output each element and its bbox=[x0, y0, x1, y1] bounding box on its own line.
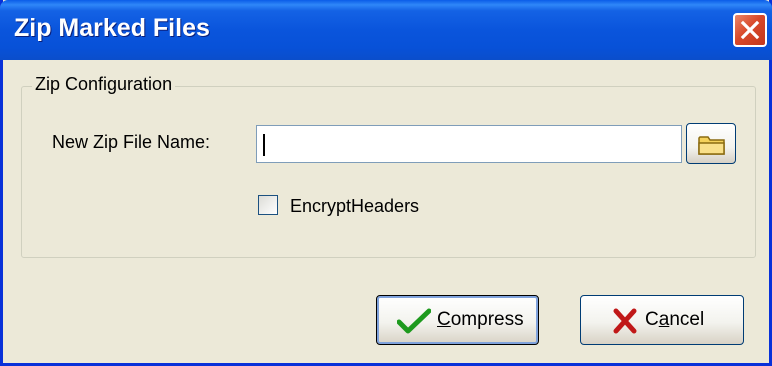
filename-label: New Zip File Name: bbox=[52, 132, 211, 152]
zip-configuration-group bbox=[21, 86, 756, 258]
group-legend: Zip Configuration bbox=[32, 74, 176, 95]
window-title: Zip Marked Files bbox=[14, 14, 210, 42]
close-button[interactable] bbox=[733, 13, 767, 47]
encrypt-headers-checkbox[interactable] bbox=[258, 195, 278, 215]
compress-button[interactable]: Compress bbox=[376, 295, 539, 345]
browse-button[interactable] bbox=[686, 123, 736, 164]
cancel-button[interactable]: Cancel bbox=[580, 295, 744, 345]
folder-icon bbox=[698, 136, 725, 155]
text-caret bbox=[263, 134, 265, 156]
cancel-label: Cancel bbox=[645, 309, 705, 330]
encrypt-headers-label[interactable]: EncryptHeaders bbox=[290, 196, 419, 217]
title-bar[interactable]: Zip Marked Files bbox=[0, 0, 772, 60]
close-icon bbox=[740, 20, 760, 40]
checkmark-icon bbox=[397, 308, 431, 334]
compress-label: Compress bbox=[437, 309, 524, 330]
filename-input[interactable] bbox=[256, 125, 682, 163]
x-icon bbox=[613, 308, 637, 334]
